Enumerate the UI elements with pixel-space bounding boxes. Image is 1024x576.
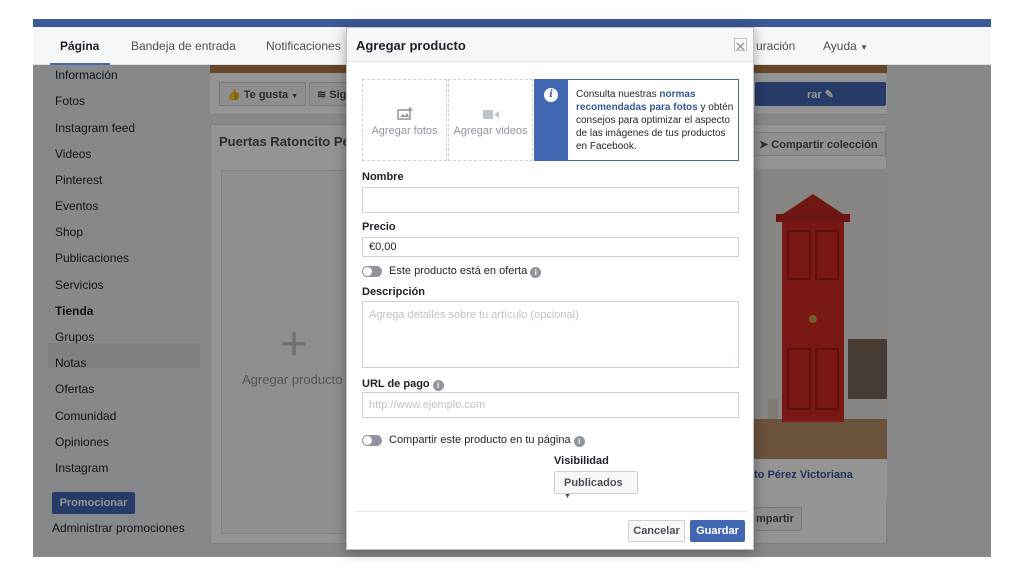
on-sale-toggle[interactable] [362, 266, 382, 277]
share-on-page-toggle[interactable] [362, 435, 382, 446]
name-label: Nombre [362, 171, 404, 183]
close-icon[interactable] [734, 38, 747, 51]
caret-down-icon: ▼ [564, 493, 571, 500]
add-product-dialog: Agregar producto Agregar fotos Agregar v… [346, 27, 754, 550]
caret-down-icon: ▼ [860, 43, 869, 52]
tab-inbox[interactable]: Bandeja de entrada [131, 39, 236, 53]
description-textarea[interactable]: Agrega detalles sobre tu artículo (opcio… [362, 301, 739, 368]
help-info-icon[interactable]: i [573, 436, 585, 447]
share-on-page-toggle-label: Compartir este producto en tu página i [389, 434, 585, 447]
info-icon: i [544, 88, 558, 102]
tab-pagina[interactable]: Página [60, 39, 99, 53]
toggle-knob [363, 267, 372, 276]
toggle-knob [363, 436, 372, 445]
top-blue-bar [33, 19, 991, 27]
add-videos-tile[interactable]: Agregar videos [448, 79, 533, 161]
photo-guidelines-info: i Consulta nuestras normas recomendadas … [534, 79, 739, 161]
info-icon-column: i [535, 80, 568, 160]
price-label: Precio [362, 221, 396, 233]
cancel-button[interactable]: Cancelar [628, 520, 685, 542]
help-info-icon[interactable]: i [432, 380, 444, 391]
visibility-label: Visibilidad [554, 455, 609, 467]
visibility-select[interactable]: Publicados ▼ [554, 471, 638, 500]
info-text: Consulta nuestras normas recomendadas pa… [576, 89, 734, 152]
description-label: Descripción [362, 286, 425, 298]
price-input[interactable] [362, 237, 739, 257]
add-photo-icon [363, 107, 446, 125]
checkout-url-label: URL de pago i [362, 378, 444, 391]
tab-settings[interactable]: uración [756, 39, 795, 53]
footer-divider [355, 511, 747, 512]
on-sale-toggle-label: Este producto está en oferta i [389, 265, 542, 278]
dialog-title: Agregar producto [356, 38, 466, 53]
tab-help[interactable]: Ayuda ▼ [823, 39, 868, 53]
checkout-url-input[interactable] [362, 392, 739, 418]
resize-grip-icon[interactable]: ⋰ [727, 356, 735, 365]
add-photos-tile[interactable]: Agregar fotos [362, 79, 447, 161]
description-placeholder: Agrega detalles sobre tu artículo (opcio… [369, 309, 579, 321]
add-videos-label: Agregar videos [453, 125, 528, 137]
video-camera-icon [449, 107, 532, 125]
help-info-icon[interactable]: i [530, 267, 542, 278]
add-photos-label: Agregar fotos [371, 125, 438, 137]
tab-notifications[interactable]: Notificaciones [266, 39, 341, 53]
name-input[interactable] [362, 187, 739, 213]
dialog-header: Agregar producto [347, 28, 753, 62]
save-button[interactable]: Guardar [690, 520, 745, 542]
